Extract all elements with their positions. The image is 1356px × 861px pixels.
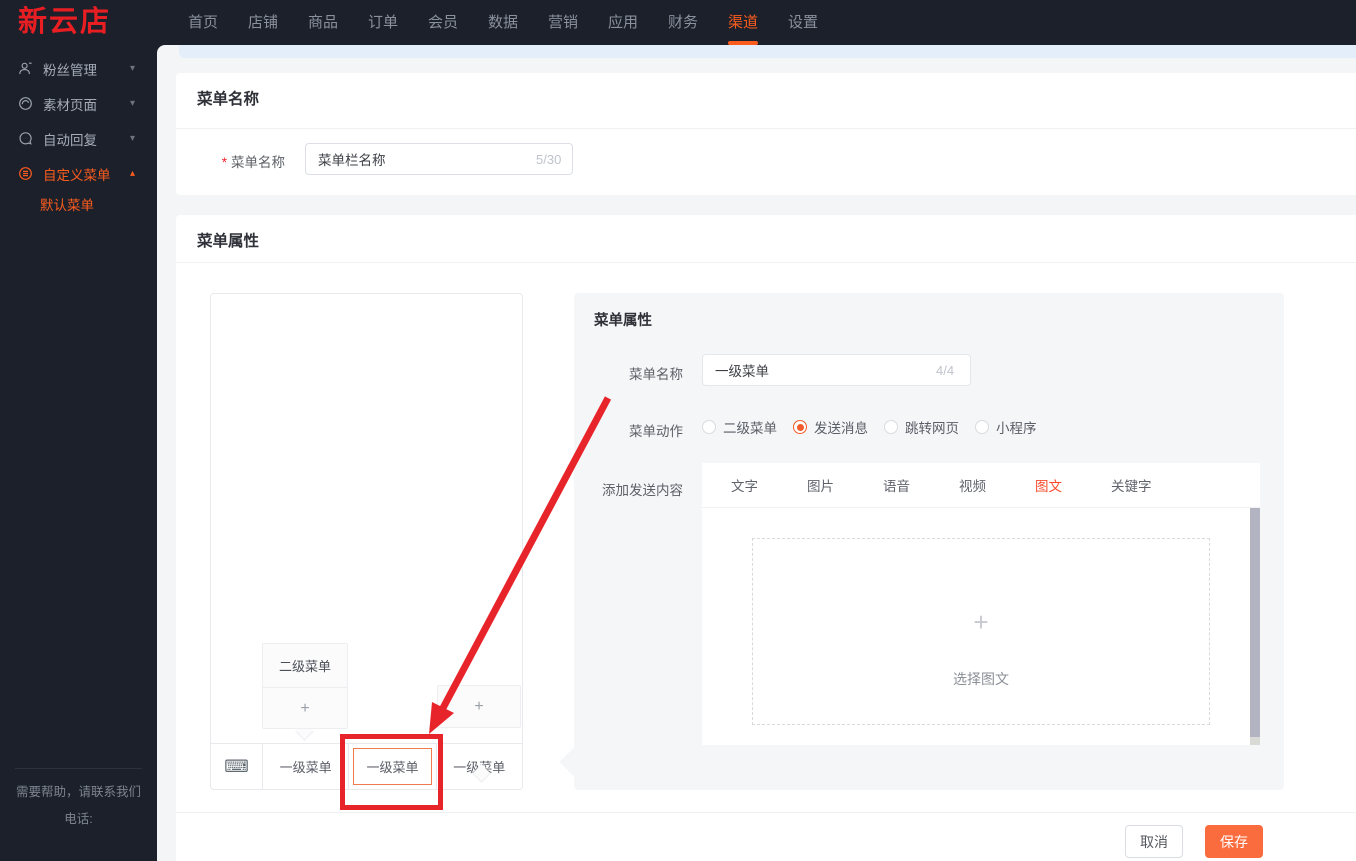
sidebar-item-label: 粉丝管理 — [43, 59, 97, 79]
nav-item-orders[interactable]: 订单 — [353, 0, 413, 45]
chevron-down-icon: ▾ — [130, 63, 135, 74]
required-mark: * — [222, 155, 227, 170]
auto-reply-icon — [18, 131, 33, 146]
panel-name-label: 菜单名称 — [574, 363, 683, 383]
radio-open-webpage[interactable]: 跳转网页 — [884, 417, 959, 437]
nav-item-apps[interactable]: 应用 — [593, 0, 653, 45]
content-type-tabs: 文字 图片 语音 视频 图文 关键字 — [702, 463, 1260, 508]
char-counter: 5/30 — [536, 152, 561, 167]
preview-tab-1[interactable]: 一级菜单 — [263, 744, 349, 789]
radio-label: 发送消息 — [814, 417, 868, 437]
scrollbar-thumb[interactable] — [1250, 508, 1260, 737]
save-button[interactable]: 保存 — [1205, 825, 1263, 858]
tab-text[interactable]: 文字 — [731, 475, 758, 495]
card-divider — [176, 262, 1356, 263]
keyboard-cell[interactable]: ⌨ — [211, 744, 263, 789]
sidebar: 粉丝管理 ▾ 素材页面 ▾ 自动回复 ▾ 自定义菜单 ▴ 默认菜单 — [0, 45, 157, 861]
menu-name-card: 菜单名称 *菜单名称 5/30 — [176, 73, 1356, 195]
radio-icon-selected — [793, 420, 807, 434]
nav-item-finance[interactable]: 财务 — [653, 0, 713, 45]
radio-mini-program[interactable]: 小程序 — [975, 417, 1037, 437]
nav-item-settings[interactable]: 设置 — [773, 0, 833, 45]
radio-icon — [884, 420, 898, 434]
keyboard-icon: ⌨ — [224, 757, 249, 777]
plus-icon: + — [753, 607, 1209, 638]
preview-tab-label: 一级菜单 — [280, 757, 332, 776]
help-text: 需要帮助，请联系我们 — [0, 781, 157, 800]
sidebar-item-label: 自定义菜单 — [43, 164, 111, 184]
radio-label: 跳转网页 — [905, 417, 959, 437]
sidebar-subitem-default-menu[interactable]: 默认菜单 — [0, 191, 157, 221]
sidebar-item-label: 自动回复 — [43, 129, 97, 149]
annotation-highlight-box — [340, 734, 443, 810]
sidebar-help: 需要帮助，请联系我们 电话: — [0, 768, 157, 827]
radio-submenu[interactable]: 二级菜单 — [702, 417, 777, 437]
panel-notch — [559, 746, 590, 777]
submenu-popup-item[interactable]: 二级菜单 — [263, 644, 347, 688]
main-content: 菜单名称 *菜单名称 5/30 菜单属性 ⌨ 一级菜单 — [157, 45, 1356, 861]
card-title: 菜单名称 — [197, 87, 259, 109]
sidebar-item-auto-reply[interactable]: 自动回复 ▾ — [0, 121, 157, 156]
sidebar-item-material[interactable]: 素材页面 ▾ — [0, 86, 157, 121]
menu-name-label: *菜单名称 — [198, 151, 285, 171]
tab-video[interactable]: 视频 — [959, 475, 986, 495]
radio-label: 二级菜单 — [723, 417, 777, 437]
custom-menu-icon — [18, 166, 33, 181]
scrollbar-track[interactable] — [1250, 508, 1260, 745]
top-nav-items: 首页 店铺 商品 订单 会员 数据 营销 应用 财务 渠道 设置 — [173, 0, 833, 45]
card-title: 菜单属性 — [197, 229, 259, 251]
add-popup: + — [437, 685, 521, 728]
tab-article[interactable]: 图文 — [1035, 475, 1062, 495]
article-picker[interactable]: + 选择图文 — [752, 538, 1210, 725]
footer-divider — [176, 812, 1356, 813]
sidebar-item-custom-menu[interactable]: 自定义菜单 ▴ — [0, 156, 157, 191]
action-radio-group: 二级菜单 发送消息 跳转网页 小程序 — [702, 413, 1037, 441]
scrollbar-cap — [1250, 737, 1260, 745]
help-phone-label: 电话: — [0, 808, 157, 827]
send-content-panel: 文字 图片 语音 视频 图文 关键字 + 选择图文 — [702, 463, 1260, 745]
add-submenu-button[interactable]: + — [263, 688, 347, 730]
nav-item-marketing[interactable]: 营销 — [533, 0, 593, 45]
radio-icon — [702, 420, 716, 434]
cancel-button[interactable]: 取消 — [1125, 825, 1183, 858]
radio-icon — [975, 420, 989, 434]
radio-label: 小程序 — [996, 417, 1037, 437]
card-divider — [176, 128, 1356, 129]
nav-item-channels[interactable]: 渠道 — [713, 0, 773, 45]
info-alert-bar — [179, 45, 1356, 58]
add-submenu-button[interactable]: + — [438, 686, 520, 727]
panel-action-label: 菜单动作 — [574, 420, 683, 440]
attribute-panel: 菜单属性 菜单名称 4/4 菜单动作 二级菜单 发送消息 — [574, 293, 1284, 790]
tab-image[interactable]: 图片 — [807, 475, 834, 495]
chevron-down-icon: ▾ — [130, 133, 135, 144]
app-root: 新云店 首页 店铺 商品 订单 会员 数据 营销 应用 财务 渠道 设置 粉丝管… — [0, 0, 1356, 861]
sidebar-help-divider — [15, 768, 142, 769]
radio-send-message[interactable]: 发送消息 — [793, 417, 868, 437]
panel-title: 菜单属性 — [594, 309, 652, 330]
fans-icon — [18, 61, 33, 76]
brand-logo[interactable]: 新云店 — [18, 0, 111, 45]
nav-item-data[interactable]: 数据 — [473, 0, 533, 45]
menu-name-input[interactable] — [305, 143, 573, 175]
top-nav: 新云店 首页 店铺 商品 订单 会员 数据 营销 应用 财务 渠道 设置 — [0, 0, 1356, 45]
tab-keyword[interactable]: 关键字 — [1111, 475, 1152, 495]
sidebar-item-fans[interactable]: 粉丝管理 ▾ — [0, 51, 157, 86]
chevron-up-icon: ▴ — [130, 168, 135, 179]
nav-item-home[interactable]: 首页 — [173, 0, 233, 45]
submenu-popup: 二级菜单 + — [262, 643, 348, 729]
panel-name-input[interactable] — [702, 354, 971, 386]
tab-voice[interactable]: 语音 — [883, 475, 910, 495]
nav-item-goods[interactable]: 商品 — [293, 0, 353, 45]
char-counter: 4/4 — [936, 363, 954, 378]
panel-content-label: 添加发送内容 — [574, 479, 683, 499]
picker-label: 选择图文 — [753, 669, 1209, 689]
material-icon — [18, 96, 33, 111]
nav-item-members[interactable]: 会员 — [413, 0, 473, 45]
sidebar-item-label: 素材页面 — [43, 94, 97, 114]
nav-item-shop[interactable]: 店铺 — [233, 0, 293, 45]
chevron-down-icon: ▾ — [130, 98, 135, 109]
